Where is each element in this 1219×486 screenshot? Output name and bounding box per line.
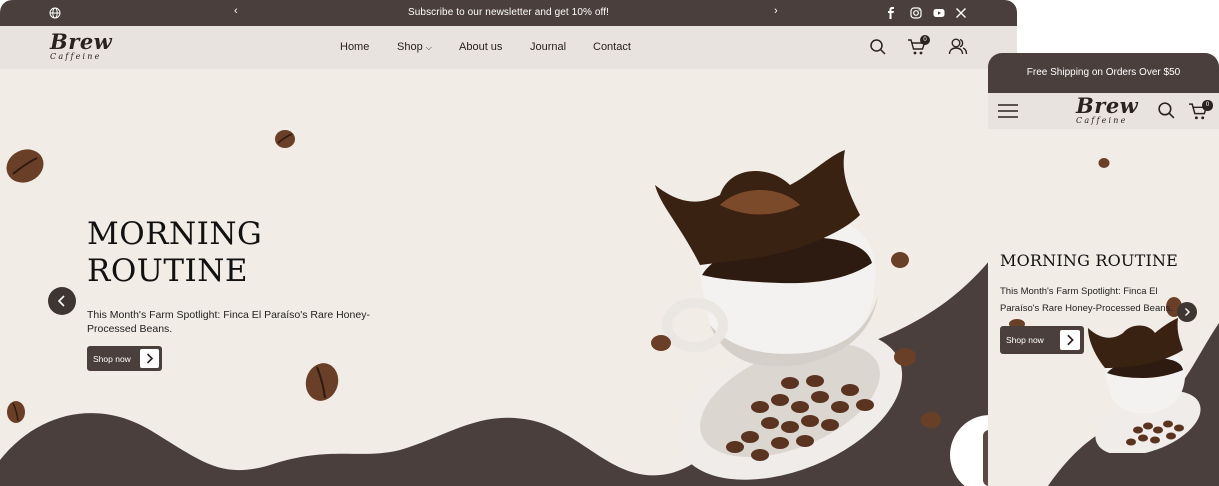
arrow-right-icon xyxy=(1060,330,1080,350)
mobile-coffee-cup-illustration xyxy=(1088,318,1201,453)
account-icon[interactable] xyxy=(948,37,968,55)
coffee-cup-illustration xyxy=(655,150,903,480)
chevron-left-icon xyxy=(57,295,65,307)
youtube-icon[interactable] xyxy=(932,6,946,20)
brand-name: Brew xyxy=(50,29,113,54)
nav-contact[interactable]: Contact xyxy=(593,41,631,53)
mobile-brand-name: Brew xyxy=(1076,93,1139,118)
coffee-bean-decoration xyxy=(651,335,671,351)
chevron-right-icon xyxy=(1185,308,1190,316)
announcement-message: Subscribe to our newsletter and get 10% … xyxy=(407,7,609,18)
nav-journal[interactable]: Journal xyxy=(530,41,566,53)
mobile-preview: Free Shipping on Orders Over $50 Brew Ca… xyxy=(988,53,1219,486)
chevron-down-icon: ⌵ xyxy=(425,43,432,52)
nav-shop-label: Shop xyxy=(397,41,423,53)
nav-home[interactable]: Home xyxy=(340,41,369,53)
hamburger-menu-icon[interactable] xyxy=(998,102,1018,120)
coffee-bean-decoration xyxy=(6,149,44,183)
mobile-brand-logo[interactable]: Brew Caffeine xyxy=(1076,93,1139,126)
instagram-icon[interactable] xyxy=(909,6,923,20)
x-twitter-icon[interactable] xyxy=(954,6,968,20)
mobile-shop-now-button[interactable]: Shop now xyxy=(1000,326,1084,354)
facebook-icon[interactable] xyxy=(884,6,898,20)
mobile-hero-title: MORNING ROUTINE xyxy=(1000,251,1179,270)
mobile-announcement-bar: Free Shipping on Orders Over $50 xyxy=(988,53,1219,93)
hero-title-line-1: MORNING xyxy=(87,216,263,252)
mobile-cart-count-badge: 0 xyxy=(1202,100,1213,111)
nav-shop[interactable]: Shop ⌵ xyxy=(397,41,432,53)
mobile-slider-next-button[interactable] xyxy=(1177,302,1197,322)
coffee-bean-decoration xyxy=(1098,158,1110,168)
hero-subtitle: This Month's Farm Spotlight: Finca El Pa… xyxy=(87,309,370,335)
shop-now-button[interactable]: Shop now xyxy=(87,346,162,371)
mobile-hero-subtitle: This Month's Farm Spotlight: Finca El Pa… xyxy=(1000,286,1173,314)
coffee-bean-decoration xyxy=(891,252,909,268)
slider-prev-button[interactable] xyxy=(48,287,76,315)
nav-about[interactable]: About us xyxy=(459,41,502,53)
coffee-bean-decoration xyxy=(305,363,339,401)
announcement-bar: ‹ Subscribe to our newsletter and get 10… xyxy=(0,0,1017,26)
desktop-preview: ‹ Subscribe to our newsletter and get 10… xyxy=(0,0,1017,486)
brand-logo[interactable]: Brew Caffeine xyxy=(50,29,113,62)
chevron-right-icon[interactable]: › xyxy=(774,5,778,17)
coffee-bean-decoration xyxy=(7,401,25,423)
main-navigation: Brew Caffeine Home Shop ⌵ About us Journ… xyxy=(0,26,1017,69)
arrow-right-icon xyxy=(140,349,159,368)
coffee-bean-decoration xyxy=(921,412,941,428)
hero-title-line-2: ROUTINE xyxy=(87,253,249,289)
coffee-bean-decoration xyxy=(894,348,916,366)
cart-count-badge: 0 xyxy=(920,35,930,45)
mobile-navigation: Brew Caffeine 0 xyxy=(988,93,1219,129)
coffee-bean-decoration xyxy=(275,130,295,148)
shop-now-label: Shop now xyxy=(93,354,131,364)
search-icon[interactable] xyxy=(1157,101,1176,120)
search-icon[interactable] xyxy=(869,38,887,56)
hero-title: MORNING ROUTINE xyxy=(87,216,262,290)
mobile-shop-now-label: Shop now xyxy=(1006,335,1044,345)
